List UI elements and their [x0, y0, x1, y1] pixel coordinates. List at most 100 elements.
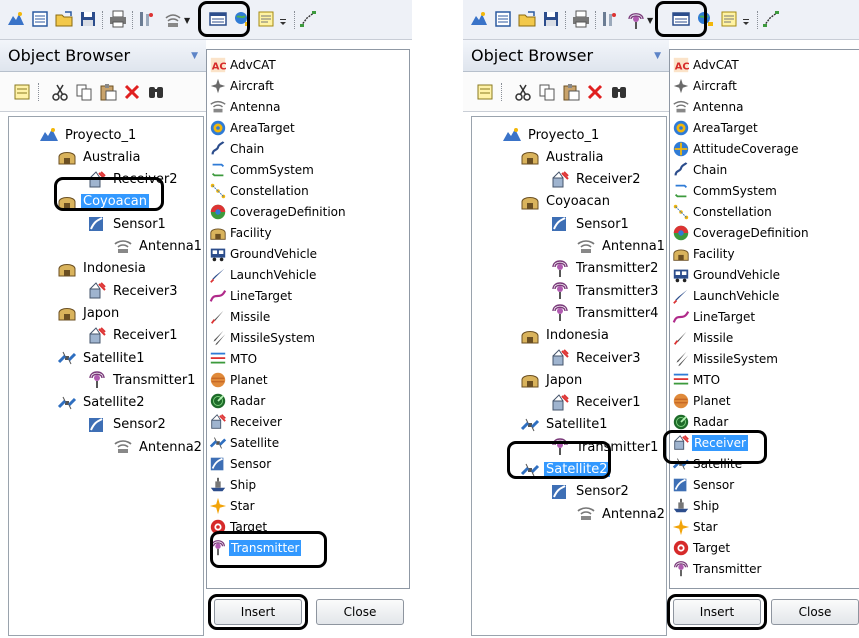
open-folder-icon[interactable]	[54, 9, 74, 29]
tree-node[interactable]: Australia	[57, 147, 143, 167]
chevron-down-icon[interactable]: ▼	[654, 51, 661, 61]
object-type-item[interactable]: LineTarget	[209, 285, 293, 306]
line-graph-icon[interactable]	[298, 9, 318, 29]
object-type-item[interactable]: GroundVehicle	[209, 243, 318, 264]
object-type-item[interactable]: CommSystem	[672, 180, 778, 201]
tree-node[interactable]: Sensor2	[87, 415, 168, 435]
notes-icon[interactable]	[256, 9, 276, 29]
tree-node[interactable]: Satellite2	[520, 460, 610, 480]
tree-node[interactable]: Indonesia	[57, 259, 148, 279]
tools-icon[interactable]	[136, 9, 156, 29]
tree-node[interactable]: Australia	[520, 147, 606, 167]
object-type-item[interactable]: CoverageDefinition	[209, 201, 347, 222]
object-type-item[interactable]: Facility	[209, 222, 273, 243]
tree-node[interactable]: Sensor1	[87, 214, 168, 234]
copy-icon[interactable]	[74, 82, 94, 102]
object-type-item[interactable]: Antenna	[209, 96, 281, 117]
object-type-item[interactable]: GroundVehicle	[672, 264, 781, 285]
object-type-item[interactable]: Aircraft	[209, 75, 275, 96]
tree-node[interactable]: Proyecto_1	[39, 125, 138, 145]
delete-icon[interactable]	[585, 82, 605, 102]
object-type-item[interactable]: Ship	[209, 474, 257, 495]
object-type-item[interactable]: Chain	[672, 159, 728, 180]
close-button[interactable]: Close	[771, 599, 859, 625]
tree-node[interactable]: Coyoacan	[57, 192, 149, 212]
find-icon[interactable]	[609, 82, 629, 102]
object-type-item[interactable]: AC AdvCAT	[209, 54, 277, 75]
tree-node[interactable]: Indonesia	[520, 326, 611, 346]
tree-node[interactable]: Antenna2	[113, 437, 204, 457]
object-type-item[interactable]: Star	[672, 516, 719, 537]
object-type-item[interactable]: Radar	[672, 411, 729, 432]
object-type-item[interactable]: Missile	[209, 306, 271, 327]
object-type-item[interactable]: Planet	[672, 390, 732, 411]
tree-node[interactable]: Antenna2	[576, 504, 667, 524]
tree-node[interactable]: Proyecto_1	[502, 125, 601, 145]
object-type-item[interactable]: MTO	[672, 369, 721, 390]
line-graph-icon[interactable]	[761, 9, 781, 29]
tree-node[interactable]: Transmitter3	[550, 281, 660, 301]
tree-node[interactable]: Satellite1	[57, 348, 147, 368]
insert-button[interactable]: Insert	[214, 599, 302, 625]
object-type-item[interactable]: CoverageDefinition	[672, 222, 810, 243]
tree-node[interactable]: Sensor1	[550, 214, 631, 234]
scenario-icon[interactable]	[6, 9, 26, 29]
object-type-item[interactable]: Target	[672, 537, 731, 558]
object-type-item[interactable]: AC AdvCAT	[672, 54, 740, 75]
object-type-item[interactable]: AreaTarget	[672, 117, 759, 138]
paste-icon[interactable]	[561, 82, 581, 102]
save-icon[interactable]	[541, 9, 561, 29]
tree-node[interactable]: Transmitter1	[550, 437, 660, 457]
object-type-item[interactable]: Sensor	[209, 453, 272, 474]
object-type-item[interactable]: MTO	[209, 348, 258, 369]
properties-icon[interactable]	[475, 82, 495, 102]
tree-node[interactable]: Antenna1	[576, 237, 667, 257]
tree-node[interactable]: Coyoacan	[520, 192, 612, 212]
object-type-item[interactable]: Planet	[209, 369, 269, 390]
tree-node[interactable]: Sensor2	[550, 482, 631, 502]
object-type-item[interactable]: AreaTarget	[209, 117, 296, 138]
tree-node[interactable]: Satellite2	[57, 393, 147, 413]
object-type-item[interactable]: Satellite	[209, 432, 280, 453]
object-type-item[interactable]: Constellation	[209, 180, 310, 201]
object-type-item[interactable]: Missile	[672, 327, 734, 348]
tree-node[interactable]: Japon	[520, 370, 584, 390]
globe-search-icon[interactable]	[695, 9, 715, 29]
tree-node[interactable]: Receiver3	[550, 348, 643, 368]
toolbar-overflow-icon[interactable]	[741, 9, 751, 29]
report-icon[interactable]	[208, 9, 228, 29]
tree-node[interactable]: Japon	[57, 303, 121, 323]
paste-icon[interactable]	[98, 82, 118, 102]
properties-icon[interactable]	[12, 82, 32, 102]
tree-node[interactable]: Antenna1	[113, 237, 204, 257]
print-icon[interactable]	[571, 9, 591, 29]
tools-icon[interactable]	[599, 9, 619, 29]
tree-node[interactable]: Transmitter1	[87, 370, 197, 390]
report-icon[interactable]	[671, 9, 691, 29]
object-type-item[interactable]: Antenna	[672, 96, 744, 117]
tree-node[interactable]: Satellite1	[520, 415, 610, 435]
object-type-item[interactable]: Radar	[209, 390, 266, 411]
object-type-item[interactable]: MissileSystem	[209, 327, 316, 348]
object-type-item[interactable]: AttitudeCoverage	[672, 138, 800, 159]
object-type-item[interactable]: Star	[209, 495, 256, 516]
object-type-item[interactable]: MissileSystem	[672, 348, 779, 369]
object-type-item[interactable]: Receiver	[672, 432, 748, 453]
print-icon[interactable]	[108, 9, 128, 29]
object-type-item[interactable]: LaunchVehicle	[209, 264, 317, 285]
insert-object-type-dropdown[interactable]: ▼	[160, 8, 202, 33]
properties-icon[interactable]	[30, 9, 50, 29]
tree-node[interactable]: Receiver3	[87, 281, 180, 301]
object-type-item[interactable]: LineTarget	[672, 306, 756, 327]
object-type-item[interactable]: Satellite	[672, 453, 743, 474]
copy-icon[interactable]	[537, 82, 557, 102]
insert-button[interactable]: Insert	[673, 599, 761, 625]
tree-node[interactable]: Transmitter2	[550, 259, 660, 279]
object-type-item[interactable]: Target	[209, 516, 268, 537]
close-button[interactable]: Close	[316, 599, 404, 625]
object-type-item[interactable]: Transmitter	[672, 558, 762, 579]
globe-search-icon[interactable]	[232, 9, 252, 29]
notes-icon[interactable]	[719, 9, 739, 29]
cut-icon[interactable]	[513, 82, 533, 102]
chevron-down-icon[interactable]: ▼	[191, 51, 198, 61]
